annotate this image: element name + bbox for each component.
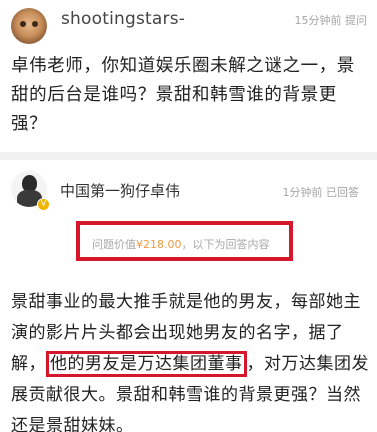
price-amount: ¥218.00 — [136, 238, 182, 251]
price-prefix: 问题价值 — [92, 238, 136, 251]
question-card: shootingstars- 15分钟前 提问 卓伟老师，你知道娱乐圈未解之谜之… — [0, 0, 377, 152]
verified-badge-icon: V — [37, 198, 50, 211]
question-meta: 15分钟前 提问 — [294, 14, 368, 27]
question-username[interactable]: shootingstars- — [61, 9, 185, 29]
answer-highlighted-text: 他的男友是万达集团董事 — [46, 351, 247, 377]
price-suffix: ，以下为回答内容 — [181, 238, 270, 251]
answer-username[interactable]: 中国第一狗仔卓伟 — [60, 180, 180, 201]
section-divider — [0, 152, 377, 160]
answer-text: 景甜事业的最大推手就是他的男友，每部她主演的影片片头都会出现她男友的名字，据了解… — [11, 287, 373, 432]
question-user-avatar[interactable] — [11, 8, 47, 44]
question-text: 卓伟老师，你知道娱乐圈未解之谜之一，景甜的后台是谁吗？景甜和韩雪谁的背景更强？ — [11, 56, 355, 134]
price-line: 问题价值¥218.00，以下为回答内容 — [92, 236, 270, 252]
answer-meta: 1分钟前 已回答 — [282, 186, 360, 199]
